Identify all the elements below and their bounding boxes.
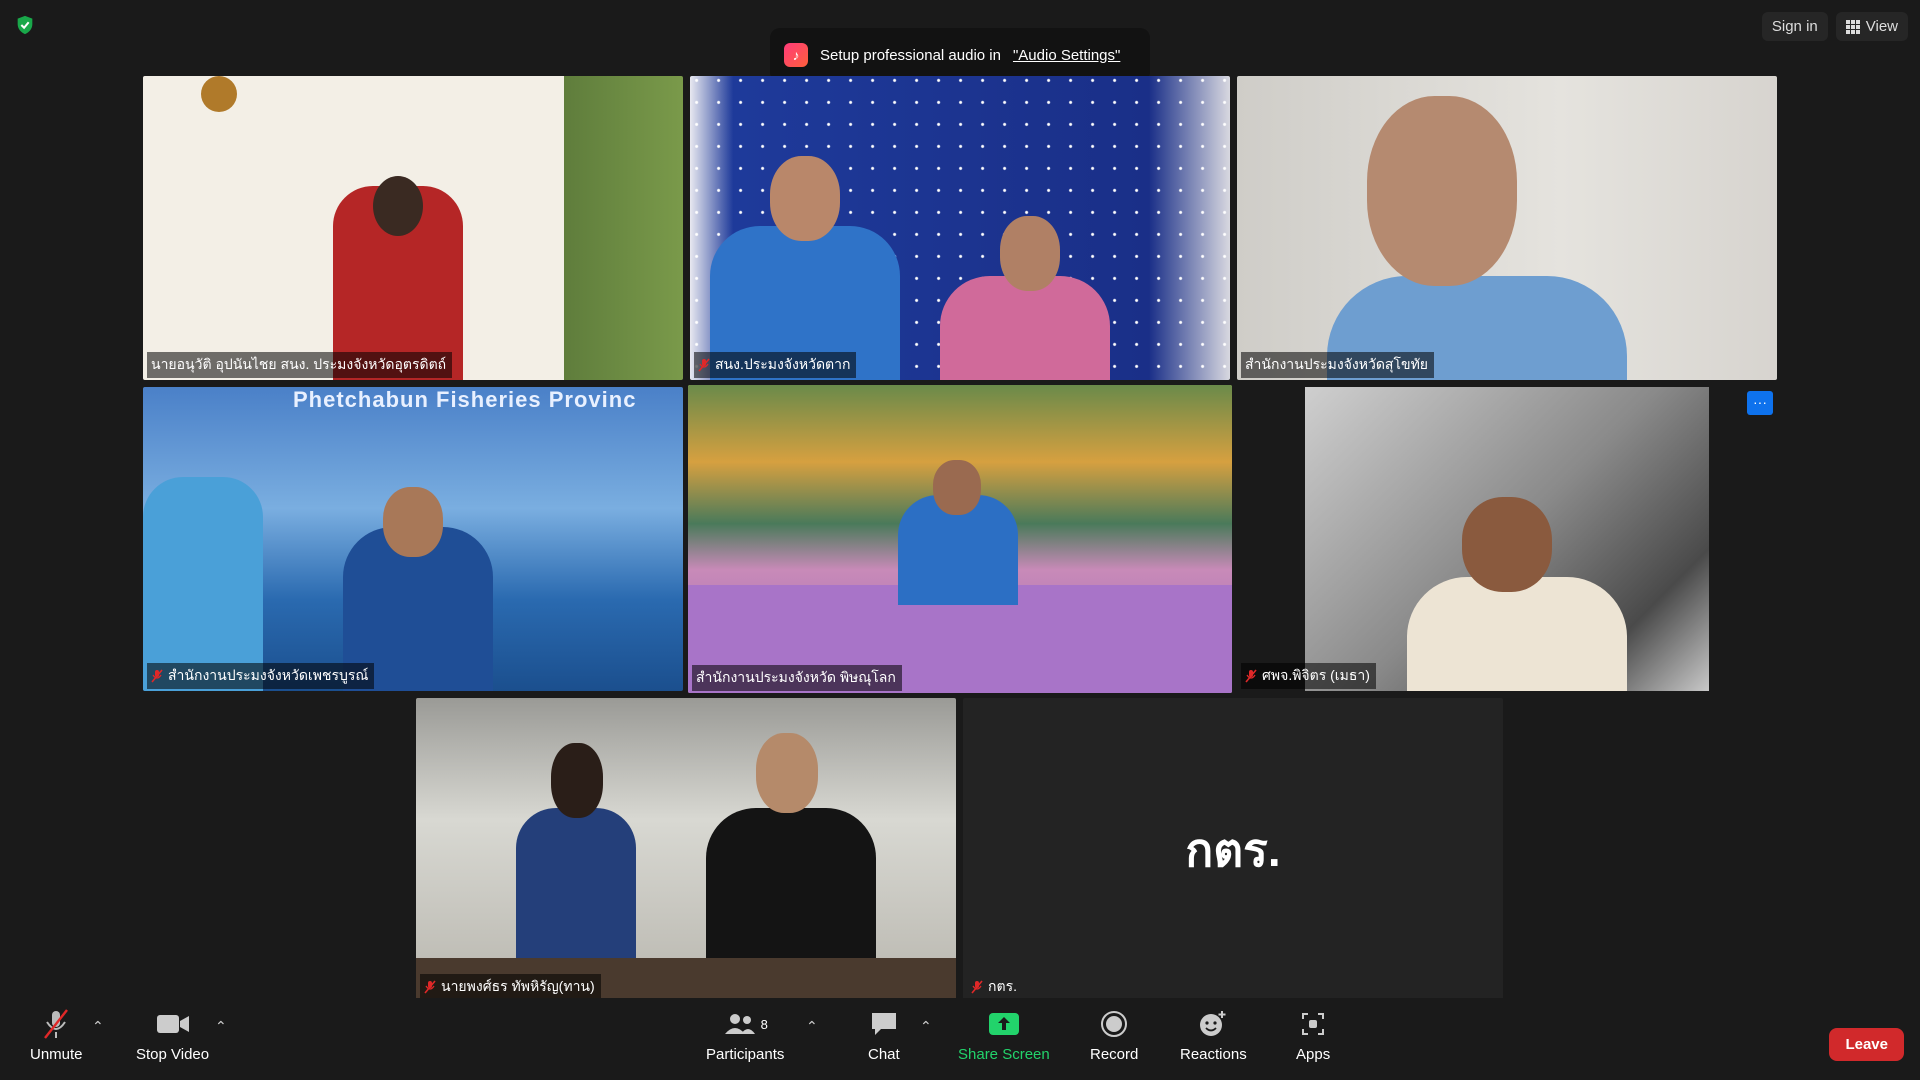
chat-button[interactable]: Chat [868, 1008, 900, 1063]
record-button[interactable]: Record [1090, 1008, 1138, 1063]
muted-mic-icon [151, 669, 163, 683]
audio-settings-banner: ♪ Setup professional audio in "Audio Set… [770, 28, 1150, 82]
share-screen-label: Share Screen [958, 1046, 1050, 1063]
apps-icon [1300, 1008, 1326, 1040]
participants-count: 8 [760, 1016, 768, 1032]
record-label: Record [1090, 1046, 1139, 1063]
participant-name: สำนักงานประมงจังหวัด พิษณุโลก [692, 665, 902, 691]
chat-bubble-icon [869, 1008, 899, 1040]
person-head [1000, 216, 1060, 291]
person-head [383, 487, 443, 557]
view-label: View [1865, 18, 1898, 35]
grid-view-icon [1845, 19, 1860, 34]
muted-mic-icon [971, 980, 983, 994]
person-head [1462, 497, 1552, 592]
unmute-button[interactable]: Unmute [30, 1008, 83, 1063]
person-head [770, 156, 840, 241]
video-tile-uttaradit[interactable]: นายอนุวัติ อุปนันไชย สนง. ประมงจังหวัดอุ… [143, 76, 683, 380]
person-head [373, 176, 423, 236]
banner-text: Setup professional audio in [820, 46, 1001, 64]
muted-microphone-icon [41, 1008, 71, 1040]
person-head [933, 460, 981, 515]
person-figure [143, 477, 263, 691]
chat-chevron-icon[interactable]: ⌃ [920, 1018, 932, 1035]
sign-in-label: Sign in [1771, 18, 1818, 35]
chat-label: Chat [868, 1046, 900, 1063]
person-figure [940, 276, 1110, 380]
meeting-toolbar: Unmute ⌃ Stop Video ⌃ 8 Participants ⌃ C… [0, 998, 1920, 1080]
shield-check-icon[interactable] [14, 14, 36, 36]
reactions-smiley-icon [1198, 1008, 1228, 1040]
muted-mic-icon [424, 980, 436, 994]
video-tile-sukhothai[interactable]: สำนักงานประมงจังหวัดสุโขทัย [1237, 76, 1777, 380]
video-tile-phetchabun[interactable]: Phetchabun Fisheries Provinc สำนักงานประ… [143, 387, 683, 691]
person-figure [1407, 577, 1627, 691]
audio-options-chevron-icon[interactable]: ⌃ [92, 1018, 104, 1035]
sign-in-button[interactable]: Sign in [1761, 12, 1828, 41]
view-button[interactable]: View [1835, 12, 1908, 41]
reactions-button[interactable]: Reactions [1180, 1008, 1247, 1063]
apps-button[interactable]: Apps [1296, 1008, 1330, 1063]
video-tile-phichit[interactable]: ··· ศพจ.พิจิตร (เมธา) [1237, 387, 1777, 691]
muted-mic-icon [698, 358, 710, 372]
participants-icon: 8 [723, 1008, 768, 1040]
video-tile-pongthorn[interactable]: นายพงศ์ธร ทัพหิรัญ(ทาน) [416, 698, 956, 1002]
participant-name: นายอนุวัติ อุปนันไชย สนง. ประมงจังหวัดอุ… [147, 352, 453, 378]
backdrop-banner-text: Phetchabun Fisheries Provinc [293, 387, 637, 412]
participant-name: กตร. [967, 974, 1023, 1000]
participants-button[interactable]: 8 Participants [706, 1008, 784, 1063]
person-figure [516, 808, 636, 978]
unmute-label: Unmute [30, 1046, 83, 1063]
participant-name: สำนักงานประมงจังหวัดสุโขทัย [1241, 352, 1434, 378]
participants-chevron-icon[interactable]: ⌃ [806, 1018, 818, 1035]
participant-name: ศพจ.พิจิตร (เมธา) [1241, 663, 1376, 689]
share-screen-icon [988, 1008, 1020, 1040]
person-head [551, 743, 603, 818]
participants-label: Participants [706, 1046, 785, 1063]
video-tile-phitsanulok-active-speaker[interactable]: สำนักงานประมงจังหวัด พิษณุโลก [688, 385, 1232, 693]
leave-button[interactable]: Leave [1829, 1028, 1904, 1061]
participant-display-name: กตร. [1185, 823, 1281, 876]
person-figure [706, 808, 876, 978]
muted-mic-icon [1245, 669, 1257, 683]
video-camera-icon [156, 1008, 190, 1040]
video-tile-kotor-no-video[interactable]: กตร. กตร. [963, 698, 1503, 1002]
video-tile-tak[interactable]: สนง.ประมงจังหวัดตาก [690, 76, 1230, 380]
participant-name: สนง.ประมงจังหวัดตาก [694, 352, 857, 378]
video-options-chevron-icon[interactable]: ⌃ [215, 1018, 227, 1035]
stop-video-button[interactable]: Stop Video [136, 1008, 209, 1063]
person-head [756, 733, 818, 813]
person-head [1367, 96, 1517, 286]
music-app-icon: ♪ [784, 43, 808, 67]
record-icon [1100, 1008, 1128, 1040]
participant-name: นายพงศ์ธร ทัพหิรัญ(ทาน) [420, 974, 601, 1000]
seal-emblem [201, 76, 237, 112]
audio-settings-link[interactable]: "Audio Settings" [1013, 47, 1120, 64]
apps-label: Apps [1296, 1046, 1331, 1063]
stop-video-label: Stop Video [136, 1046, 210, 1063]
more-options-button[interactable]: ··· [1747, 391, 1773, 415]
participant-name: สำนักงานประมงจังหวัดเพชรบูรณ์ [147, 663, 375, 689]
share-screen-button[interactable]: Share Screen [958, 1008, 1050, 1063]
reactions-label: Reactions [1180, 1046, 1247, 1063]
